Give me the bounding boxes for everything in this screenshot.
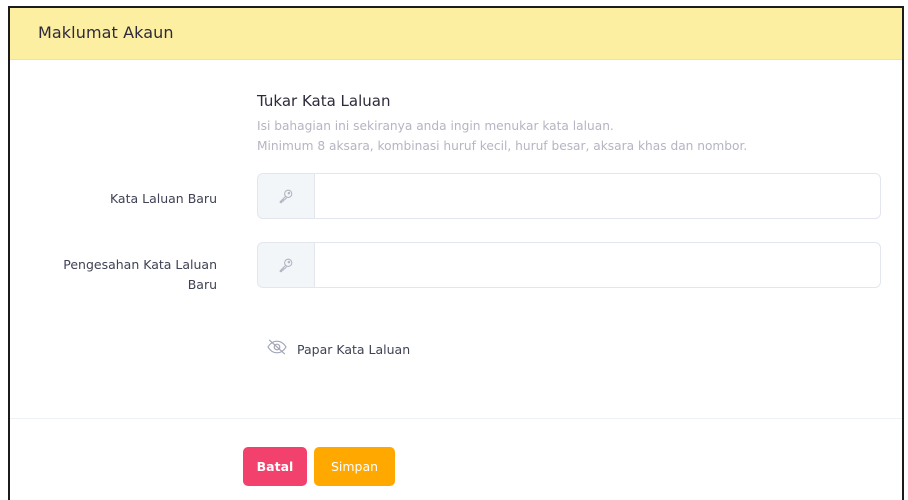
confirm-password-group: [257, 242, 881, 288]
section-hint-line2: Minimum 8 aksara, kombinasi huruf kecil,…: [257, 139, 748, 153]
card-header: Maklumat Akaun: [10, 8, 902, 60]
key-icon: [257, 173, 314, 219]
confirm-password-label: Pengesahan Kata Laluan Baru: [17, 255, 217, 295]
new-password-label: Kata Laluan Baru: [109, 191, 217, 206]
show-password-label: Papar Kata Laluan: [297, 341, 411, 357]
eye-slash-icon: [266, 339, 288, 359]
show-password-toggle[interactable]: Papar Kata Laluan: [266, 339, 410, 359]
account-info-card: Maklumat Akaun Tukar Kata Laluan Isi bah…: [8, 6, 904, 500]
section-hint-line1: Isi bahagian ini sekiranya anda ingin me…: [257, 119, 614, 133]
key-icon: [257, 242, 314, 288]
cancel-button[interactable]: Batal: [243, 447, 307, 486]
new-password-input[interactable]: [314, 173, 881, 219]
confirm-password-label-line2: Baru: [187, 277, 217, 292]
new-password-group: [257, 173, 881, 219]
save-button[interactable]: Simpan: [314, 447, 395, 486]
confirm-password-label-line1: Pengesahan Kata Laluan: [63, 257, 217, 272]
section-title: Tukar Kata Laluan: [257, 92, 391, 110]
footer-divider: [10, 418, 902, 419]
confirm-password-input[interactable]: [314, 242, 881, 288]
card-title: Maklumat Akaun: [38, 23, 174, 42]
